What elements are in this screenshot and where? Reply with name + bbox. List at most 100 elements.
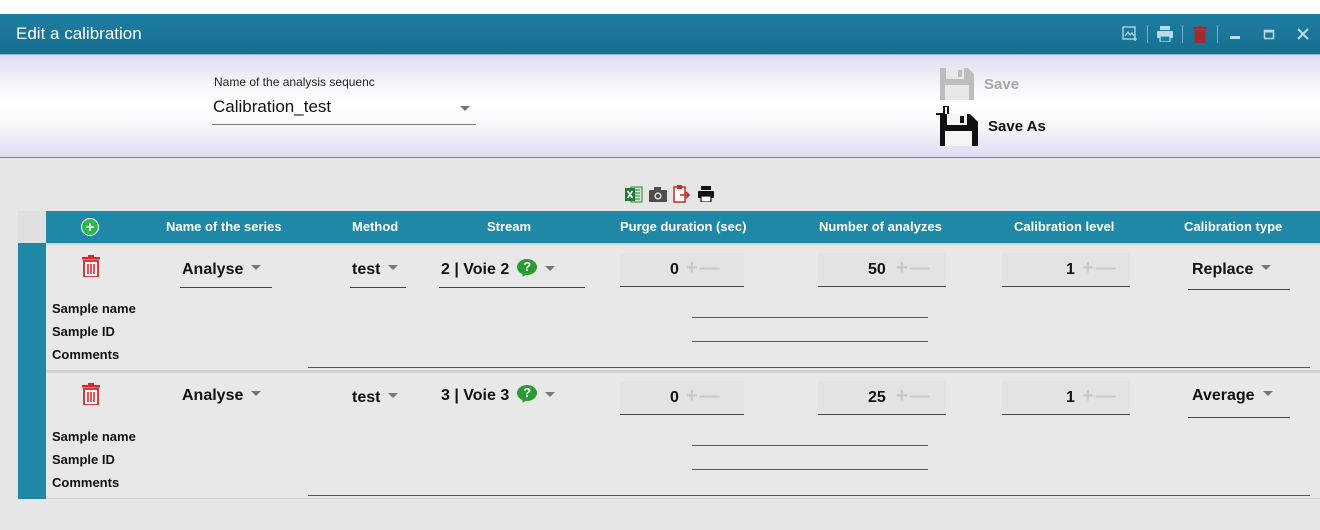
level-stepper[interactable]: 1 +—: [1002, 253, 1130, 287]
delete-icon[interactable]: [1183, 20, 1217, 48]
top-strip: [0, 0, 1320, 14]
analyzes-stepper[interactable]: 25 +—: [818, 381, 946, 415]
save-label: Save: [984, 75, 1020, 93]
chevron-down-icon: [251, 391, 262, 397]
method-select[interactable]: test: [352, 261, 399, 279]
column-header-analyzes: Number of analyzes: [819, 219, 942, 234]
add-series-icon[interactable]: +: [81, 218, 99, 236]
field-underline: [180, 287, 272, 288]
calibration-type-value: Replace: [1192, 261, 1254, 278]
row-separator: [46, 371, 1320, 373]
series-row: Analyse test 3 | Voie 3? 0 +— 25 +— 1 +—…: [18, 371, 1320, 499]
save-as-button[interactable]: Save As: [936, 105, 1046, 147]
method-value: test: [352, 389, 381, 406]
excel-icon[interactable]: [624, 185, 644, 203]
method-value: test: [352, 261, 381, 278]
sample-name-label: Sample name: [52, 429, 136, 444]
sample-id-label: Sample ID: [52, 452, 115, 467]
comments-label: Comments: [52, 347, 120, 362]
close-icon[interactable]: [1286, 20, 1320, 48]
trash-icon[interactable]: [82, 383, 100, 405]
sample-name-input[interactable]: [692, 317, 928, 318]
grid-header: + Name of the series Method Stream Purge…: [18, 211, 1320, 243]
chevron-down-icon: [1262, 391, 1273, 397]
trash-icon[interactable]: [82, 255, 100, 277]
purge-stepper[interactable]: 0 +—: [620, 253, 744, 287]
save-as-label: Save As: [988, 117, 1046, 135]
increment-decrement-icon[interactable]: +—: [1082, 385, 1118, 408]
calibration-type-select[interactable]: Replace: [1192, 261, 1272, 279]
row-selector[interactable]: [18, 243, 46, 371]
sequence-value: Calibration_test: [213, 97, 332, 116]
chevron-down-icon: [545, 265, 556, 271]
sample-id-input[interactable]: [692, 469, 928, 470]
column-header-name: Name of the series: [166, 219, 282, 234]
chevron-down-icon: [251, 265, 262, 271]
series-row: Analyse test 2 | Voie 2? 0 +— 50 +— 1 +—: [18, 243, 1320, 371]
level-value: 1: [1066, 389, 1075, 406]
method-select[interactable]: test: [352, 389, 399, 407]
grid-toolbar: [624, 185, 716, 203]
analyzes-value: 25: [868, 389, 886, 406]
series-content: + Name of the series Method Stream Purge…: [0, 159, 1320, 530]
save-button[interactable]: Save: [940, 67, 1019, 101]
sample-name-input[interactable]: [692, 445, 928, 446]
field-underline: [1188, 417, 1290, 418]
export-image-icon[interactable]: [1113, 20, 1147, 48]
export-icon[interactable]: [672, 185, 692, 203]
series-name-select[interactable]: Analyse: [182, 387, 262, 405]
analyzes-value: 50: [868, 261, 886, 278]
increment-decrement-icon[interactable]: +—: [686, 257, 722, 280]
stream-select[interactable]: 2 | Voie 2?: [441, 259, 556, 279]
window-title: Edit a calibration: [16, 24, 142, 43]
row-selector[interactable]: [18, 371, 46, 499]
increment-decrement-icon[interactable]: +—: [686, 385, 722, 408]
chevron-down-icon: [545, 391, 556, 397]
calibration-type-select[interactable]: Average: [1192, 387, 1273, 405]
increment-decrement-icon[interactable]: +—: [896, 257, 932, 280]
increment-decrement-icon[interactable]: +—: [896, 385, 932, 408]
stream-value: 2 | Voie 2: [441, 261, 510, 279]
field-underline: [1188, 289, 1290, 290]
increment-decrement-icon[interactable]: +—: [1082, 257, 1118, 280]
sequence-select[interactable]: Calibration_test: [212, 93, 476, 125]
sample-name-label: Sample name: [52, 301, 136, 316]
help-icon[interactable]: ?: [517, 259, 538, 279]
comments-input[interactable]: [308, 367, 1310, 368]
field-underline: [350, 287, 406, 288]
column-header-type: Calibration type: [1184, 219, 1283, 234]
series-name-value: Analyse: [182, 261, 244, 278]
chevron-down-icon: [388, 265, 399, 271]
series-name-select[interactable]: Analyse: [182, 261, 262, 279]
column-header-method: Method: [352, 219, 399, 234]
chevron-down-icon: [460, 106, 470, 111]
chevron-down-icon: [1261, 265, 1272, 271]
window-controls: [1113, 20, 1320, 48]
minimize-icon[interactable]: [1218, 20, 1252, 48]
analyzes-stepper[interactable]: 50 +—: [818, 253, 946, 287]
stream-value: 3 | Voie 3: [441, 387, 510, 405]
print-icon[interactable]: [1148, 20, 1182, 48]
purge-stepper[interactable]: 0 +—: [620, 381, 744, 415]
column-header-stream: Stream: [487, 219, 532, 234]
camera-icon[interactable]: [648, 185, 668, 203]
level-stepper[interactable]: 1 +—: [1002, 381, 1130, 415]
level-value: 1: [1066, 261, 1075, 278]
chevron-down-icon: [388, 393, 399, 399]
purge-value: 0: [670, 261, 679, 278]
print-icon[interactable]: [696, 185, 716, 203]
sequence-header: Name of the analysis sequenc Calibration…: [0, 54, 1320, 158]
calibration-window: Edit a calibration Name of the analysis …: [0, 0, 1320, 530]
comments-label: Comments: [52, 475, 120, 490]
sequence-label: Name of the analysis sequenc: [214, 75, 375, 89]
maximize-icon[interactable]: [1252, 20, 1286, 48]
column-header-level: Calibration level: [1014, 219, 1115, 234]
comments-input[interactable]: [308, 495, 1310, 496]
save-as-icon: [936, 106, 978, 146]
calibration-type-value: Average: [1192, 387, 1255, 404]
sample-id-input[interactable]: [692, 341, 928, 342]
help-icon[interactable]: ?: [517, 385, 538, 405]
title-bar: Edit a calibration: [0, 14, 1320, 54]
stream-select[interactable]: 3 | Voie 3?: [441, 385, 556, 405]
field-underline: [439, 287, 585, 288]
